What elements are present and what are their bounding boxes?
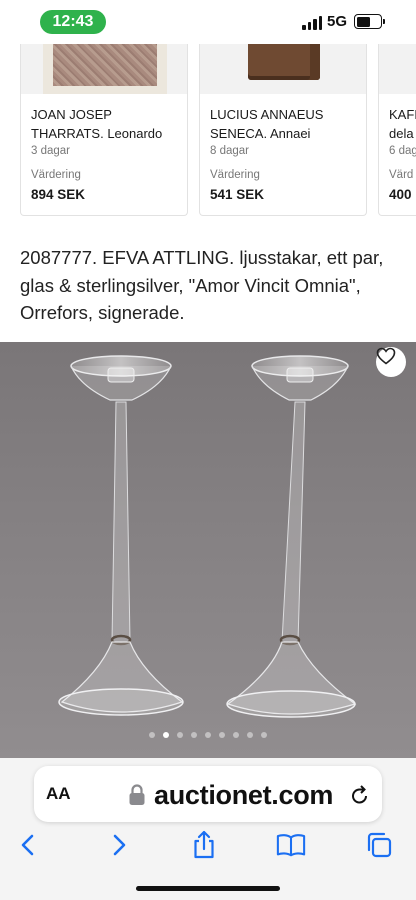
bookmarks-button[interactable] xyxy=(276,830,306,860)
lot-card-price: 400 xyxy=(389,187,412,202)
gallery-dot[interactable] xyxy=(205,732,211,738)
painting-image xyxy=(43,44,167,94)
lot-card[interactable]: KAFI dela 6 dag Värd 400 xyxy=(378,44,416,216)
lot-title: 2087777. EFVA ATTLING. ljusstakar, ett p… xyxy=(20,247,384,323)
lot-card-title: JOAN JOSEP THARRATS. Leonardo xyxy=(31,107,163,141)
lot-thumbnail xyxy=(200,44,366,94)
lot-card-valuation-label: Värd xyxy=(389,169,414,181)
heart-icon xyxy=(376,347,396,365)
battery-icon xyxy=(354,14,385,29)
book-image xyxy=(248,44,320,80)
bookmarks-icon xyxy=(276,834,306,857)
lot-card-price: 541 SEK xyxy=(210,187,265,202)
back-icon xyxy=(21,834,34,856)
lot-card-price: 894 SEK xyxy=(31,187,86,202)
share-icon xyxy=(194,830,214,859)
forward-button[interactable] xyxy=(104,830,134,860)
reload-icon[interactable] xyxy=(350,784,370,806)
gallery-dot[interactable] xyxy=(149,732,155,738)
lot-image-gallery[interactable] xyxy=(0,342,416,758)
url-text: auctionet.com xyxy=(154,780,334,810)
network-type: 5G xyxy=(327,13,348,30)
home-indicator xyxy=(136,886,280,891)
gallery-pagination[interactable] xyxy=(0,732,416,738)
status-bar: 12:43 5G xyxy=(0,0,416,44)
page: 12:43 5G JOAN JOSEP THARRATS. Leonardo 3… xyxy=(0,0,416,900)
gallery-dot[interactable] xyxy=(261,732,267,738)
lot-thumbnail xyxy=(21,44,187,94)
signal-icon xyxy=(302,15,322,30)
lot-card[interactable]: JOAN JOSEP THARRATS. Leonardo 3 dagar Vä… xyxy=(20,44,188,216)
tabs-button[interactable] xyxy=(364,830,394,860)
lot-card-title: LUCIUS ANNAEUS SENECA. Annaei xyxy=(210,107,324,141)
gallery-dot[interactable] xyxy=(219,732,225,738)
related-lots-carousel[interactable]: JOAN JOSEP THARRATS. Leonardo 3 dagar Vä… xyxy=(0,44,416,219)
time-pill[interactable]: 12:43 xyxy=(40,10,106,34)
gallery-dot[interactable] xyxy=(247,732,253,738)
forward-icon xyxy=(113,834,126,856)
lot-thumbnail xyxy=(379,44,416,94)
browser-toolbar: AA auctionet.com xyxy=(0,758,416,900)
gallery-dot[interactable] xyxy=(163,732,169,738)
gallery-dot[interactable] xyxy=(177,732,183,738)
candlesticks-photo xyxy=(58,355,357,718)
lot-card-valuation-label: Värdering xyxy=(31,169,81,181)
lot-card-title: KAFI dela xyxy=(389,107,416,141)
lot-card-valuation-label: Värdering xyxy=(210,169,260,181)
lot-card-age: 3 dagar xyxy=(31,145,71,157)
address-bar[interactable]: AA auctionet.com xyxy=(34,766,382,822)
lot-card-age: 8 dagar xyxy=(210,145,250,157)
lock-icon xyxy=(129,784,145,805)
lot-card-age: 6 dag xyxy=(389,145,416,157)
gallery-dot[interactable] xyxy=(233,732,239,738)
tabs-icon xyxy=(367,832,392,858)
share-button[interactable] xyxy=(189,830,219,860)
back-button[interactable] xyxy=(13,830,43,860)
gallery-dot[interactable] xyxy=(191,732,197,738)
lot-card[interactable]: LUCIUS ANNAEUS SENECA. Annaei 8 dagar Vä… xyxy=(199,44,367,216)
favorite-button[interactable] xyxy=(376,347,406,377)
text-size-label: AA xyxy=(46,784,71,803)
text-size-button[interactable]: AA xyxy=(46,784,71,804)
